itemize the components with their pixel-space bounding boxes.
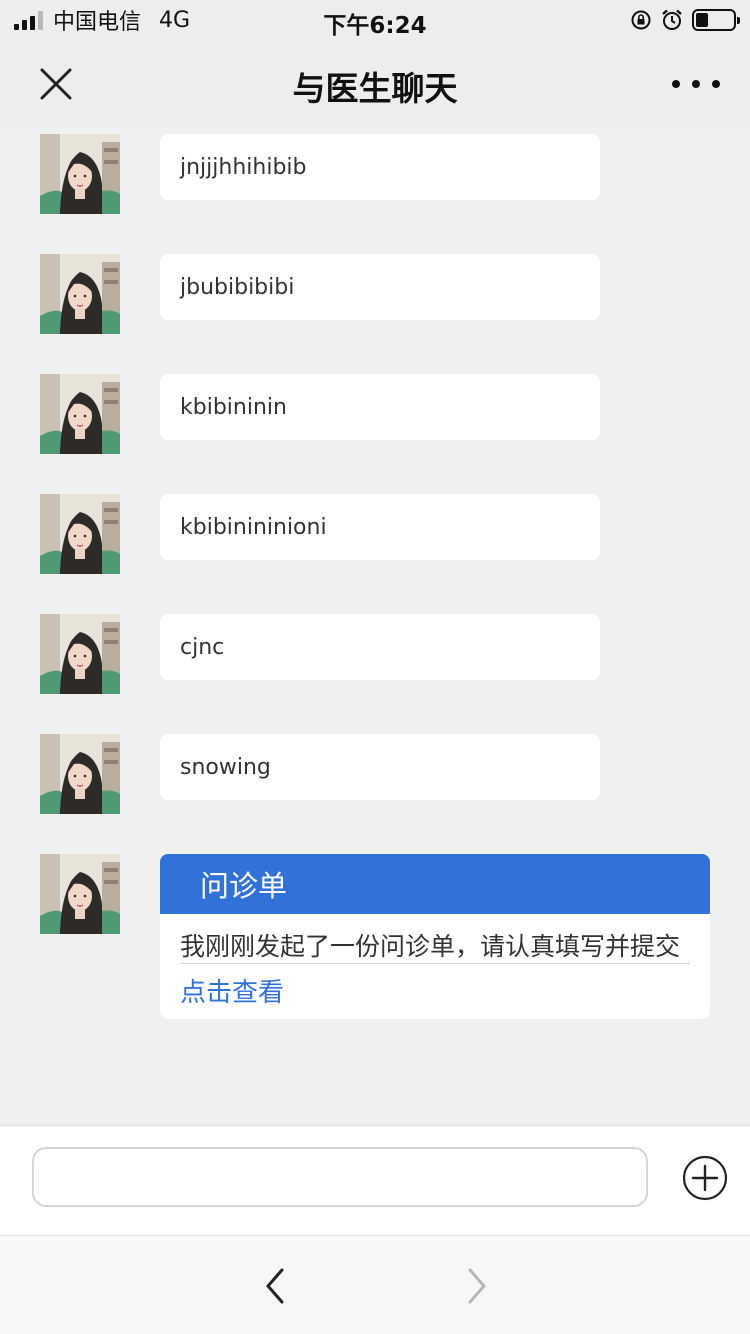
chat-area: jnjjjhhihibib jbubibibibi kbibininin kbi… <box>0 128 750 1125</box>
avatar <box>40 854 120 934</box>
nav-bar: 与医生聊天 <box>0 40 750 128</box>
consultation-card-title: 问诊单 <box>160 854 710 914</box>
message-bubble[interactable]: jnjjjhhihibib <box>160 134 600 200</box>
consultation-card-body: 我刚刚发起了一份问诊单，请认真填写并提交 点击查看 <box>160 914 710 1019</box>
message-bubble[interactable]: kbibininin <box>160 374 600 440</box>
consultation-card[interactable]: 问诊单 我刚刚发起了一份问诊单，请认真填写并提交 点击查看 <box>160 854 710 1019</box>
back-arrow-icon[interactable] <box>258 1266 294 1306</box>
status-bar: 中国电信 4G 下午6:24 <box>0 0 750 40</box>
avatar <box>40 254 120 334</box>
view-consultation-link[interactable]: 点击查看 <box>180 964 690 1019</box>
browser-toolbar <box>0 1235 750 1334</box>
message-bubble[interactable]: kbibinininioni <box>160 494 600 560</box>
page-title: 与医生聊天 <box>292 69 458 108</box>
rotation-lock-icon <box>631 10 651 30</box>
message-bubble[interactable]: cjnc <box>160 614 600 680</box>
message-input[interactable] <box>32 1147 648 1207</box>
avatar <box>40 374 120 454</box>
more-icon[interactable] <box>672 64 720 104</box>
input-bar <box>0 1125 750 1235</box>
battery-icon <box>692 9 740 31</box>
avatar <box>40 134 120 214</box>
message-bubble[interactable]: snowing <box>160 734 600 800</box>
avatar <box>40 614 120 694</box>
status-right <box>630 7 740 33</box>
avatar <box>40 494 120 574</box>
message-bubble[interactable]: jbubibibibi <box>160 254 600 320</box>
alarm-icon <box>662 9 682 30</box>
plus-icon[interactable] <box>682 1155 728 1201</box>
avatar <box>40 734 120 814</box>
consultation-card-text: 我刚刚发起了一份问诊单，请认真填写并提交 <box>180 932 690 964</box>
forward-arrow-icon[interactable] <box>458 1266 494 1306</box>
